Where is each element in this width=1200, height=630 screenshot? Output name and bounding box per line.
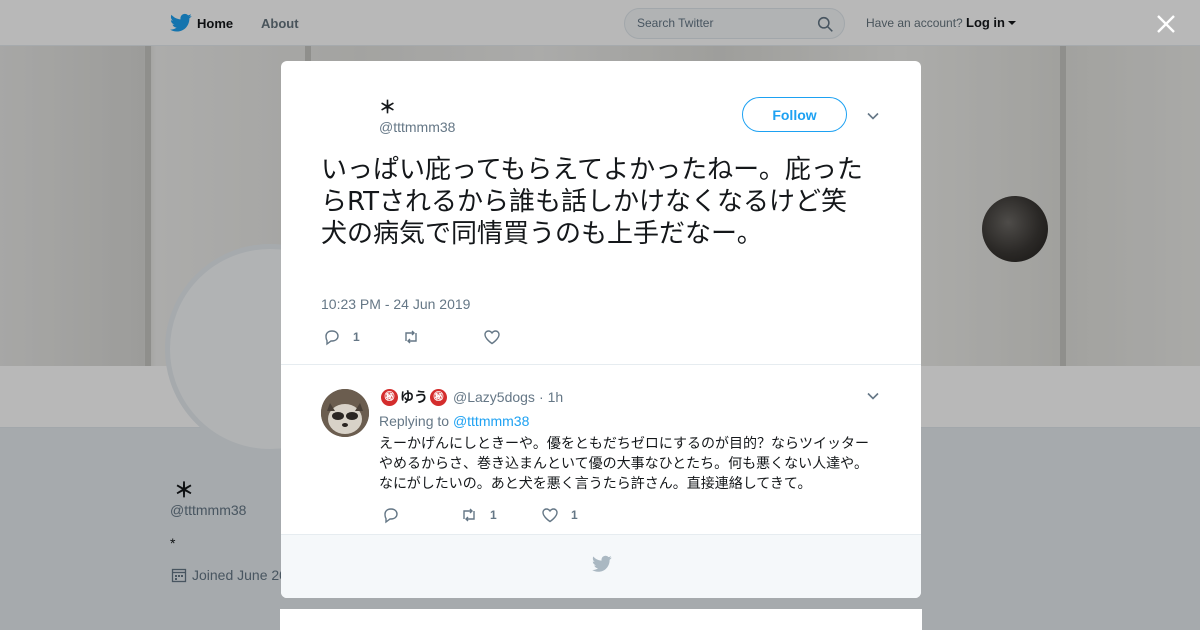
chevron-down-icon[interactable]: [866, 389, 880, 403]
reply-icon: [325, 330, 339, 346]
reply-text: えーかげんにしときーや。優をともだちゼロにするのが目的？ならツイッターやめるから…: [379, 436, 869, 492]
reply-retweet-action[interactable]: 1: [460, 506, 497, 524]
retweet-icon: [463, 508, 475, 522]
secret-badge-icon: ㊙: [430, 388, 447, 406]
tweet-author-name[interactable]: ＊: [379, 93, 396, 118]
reply-author-name[interactable]: ゆう: [400, 387, 428, 407]
reply-retweet-count: 1: [490, 508, 497, 522]
replying-to-link[interactable]: @tttmmm38: [453, 413, 529, 429]
reply-action[interactable]: 1: [323, 328, 360, 346]
reply-icon: [384, 508, 398, 524]
raccoon-avatar-image: [321, 389, 369, 437]
tweet-text: いっぱい庇ってもらえてよかったねー。庇ったらRTされるから誰も話しかけなくなるけ…: [321, 155, 863, 249]
chevron-down-icon[interactable]: [866, 109, 880, 123]
replying-to-label: Replying to: [379, 413, 450, 429]
retweet-action[interactable]: [402, 328, 432, 346]
page-footer: [280, 609, 922, 630]
heart-icon: [542, 508, 558, 523]
reply-timestamp[interactable]: 1h: [548, 389, 564, 405]
close-icon[interactable]: [1155, 13, 1177, 35]
like-action[interactable]: [483, 328, 513, 346]
secret-badge-icon: ㊙: [381, 388, 398, 406]
retweet-icon: [405, 330, 417, 344]
tweet-timestamp[interactable]: 10:23 PM - 24 Jun 2019: [321, 296, 470, 312]
reply-header: ㊙ ゆう ㊙ @Lazy5dogs · 1h: [379, 387, 563, 407]
separator-dot: ·: [538, 389, 544, 405]
reply-divider: [281, 364, 921, 374]
tweet-author-avatar[interactable]: [321, 95, 369, 143]
reply-author-avatar[interactable]: [321, 389, 369, 437]
heart-icon: [484, 330, 500, 345]
replying-to-line: Replying to @tttmmm38: [379, 413, 529, 429]
follow-button[interactable]: Follow: [742, 97, 847, 132]
twitter-bird-icon: [592, 555, 612, 572]
reply-count: 1: [353, 330, 360, 344]
tweet-permalink-modal: ＊ @tttmmm38 Follow いっぱい庇ってもらえてよかったねー。庇った…: [281, 61, 921, 598]
reply-author-handle[interactable]: @Lazy5dogs: [453, 389, 535, 405]
modal-footer: [281, 534, 921, 598]
reply-like-count: 1: [571, 508, 578, 522]
tweet-author-handle[interactable]: @tttmmm38: [379, 119, 455, 135]
reply-reply-action[interactable]: [382, 506, 412, 524]
reply-like-action[interactable]: 1: [541, 506, 578, 524]
